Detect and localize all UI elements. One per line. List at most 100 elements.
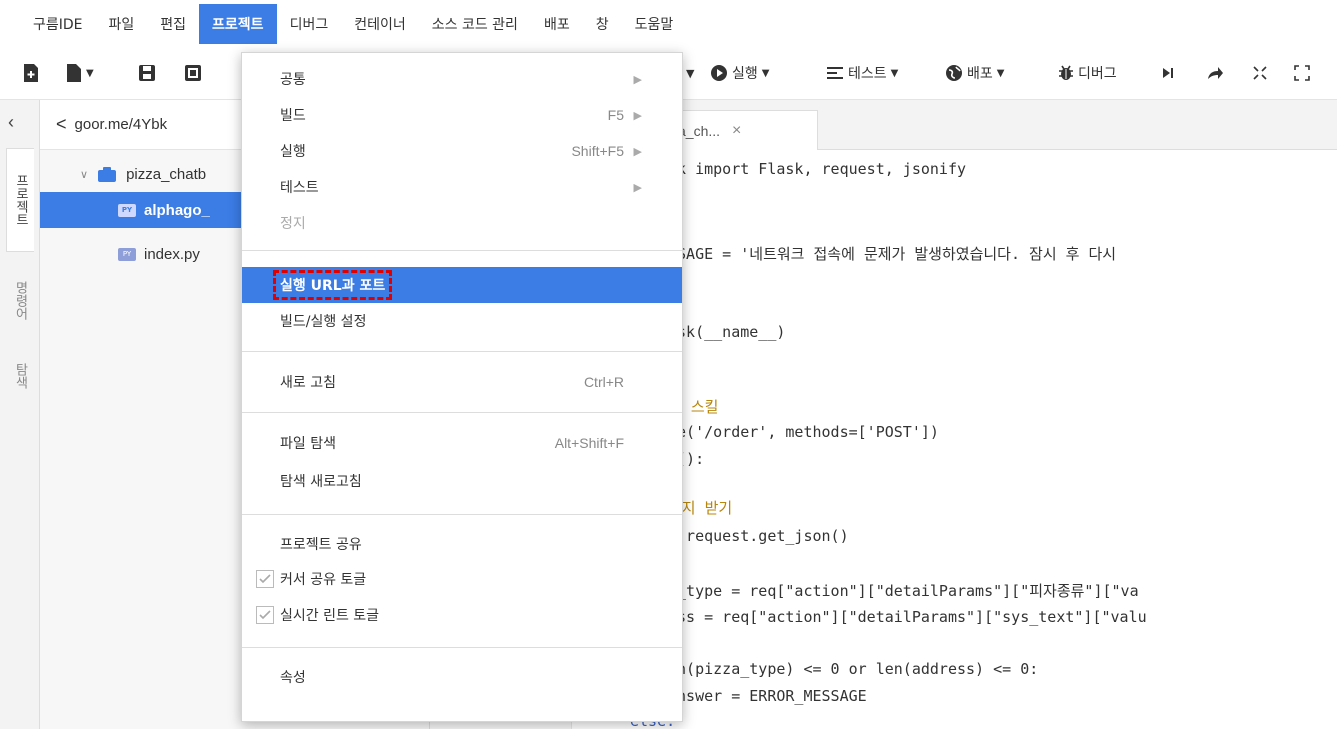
menu-container[interactable]: 컨테이너 [341, 4, 419, 44]
deploy-label: 배포 [967, 66, 993, 82]
submenu-arrow-icon: ▶ [633, 180, 642, 194]
play-icon [711, 65, 727, 81]
menu-goorm-ide[interactable]: 구름IDE [20, 4, 96, 44]
fullscreen-icon[interactable] [1294, 60, 1310, 86]
menu-item-explorer-refresh[interactable]: 탐색 새로고침 [242, 463, 682, 499]
menu-item-label: 테스트 [280, 180, 319, 196]
checkbox-icon[interactable] [256, 570, 274, 588]
submenu-arrow-icon: ▶ [633, 72, 642, 86]
chevron-down-icon: ▼ [86, 67, 94, 79]
checkbox-icon[interactable] [256, 606, 274, 624]
globe-icon [946, 65, 962, 81]
menu-debug[interactable]: 디버그 [277, 4, 342, 44]
shortcut-label: Shift+F5 [571, 143, 624, 159]
submenu-arrow-icon: ▶ [633, 144, 642, 158]
menu-item-common[interactable]: 공통 ▶ [242, 61, 682, 97]
forward-arrow-icon[interactable] [1206, 60, 1224, 86]
code-text: te('/order', methods=['POST']) [668, 423, 939, 441]
menu-item-label: 속성 [280, 670, 306, 686]
menu-help[interactable]: 도움말 [622, 4, 687, 44]
menu-item-label: 새로 고침 [280, 375, 336, 391]
menu-item-run[interactable]: 실행 Shift+F5 ▶ [242, 133, 682, 169]
shortcut-label: Ctrl+R [583, 374, 624, 390]
menu-item-build-run-settings[interactable]: 빌드/실행 설정 [242, 303, 682, 339]
save-icon[interactable] [138, 60, 156, 86]
code-text: answer = ERROR_MESSAGE [668, 687, 867, 705]
save-all-icon[interactable] [184, 60, 202, 86]
folder-name: pizza_chatb [126, 165, 207, 183]
menu-item-run-url-and-port[interactable]: 실행 URL과 포트 [242, 267, 682, 303]
test-list-icon [827, 67, 843, 79]
menu-separator [242, 514, 682, 515]
collapse-icon[interactable] [1252, 60, 1268, 86]
menu-window[interactable]: 창 [583, 4, 622, 44]
ide-window: 구름IDE 파일 편집 프로젝트 디버그 컨테이너 소스 코드 관리 배포 창 … [0, 0, 1337, 729]
test-button[interactable]: 테스트 ▼ [826, 60, 898, 86]
menu-item-build[interactable]: 빌드 F5 ▶ [242, 97, 682, 133]
chevron-down-icon[interactable]: ▼ [686, 60, 694, 86]
python-file-icon: PY [118, 203, 136, 217]
python-file-icon: PY [118, 247, 136, 261]
chevron-down-icon: ▼ [890, 67, 899, 79]
left-rail: ‹ 프로젝트 명령어 탐색 [0, 100, 40, 729]
menu-separator [242, 412, 682, 413]
submenu-arrow-icon: ▶ [633, 108, 642, 122]
menu-item-share-project[interactable]: 프로젝트 공유 [242, 526, 682, 562]
tab-commands[interactable]: 명령어 [6, 260, 34, 340]
step-icon[interactable] [1161, 60, 1175, 86]
collapse-panel-icon[interactable]: ‹ [8, 112, 14, 133]
menu-item-stop: 정지 [242, 205, 682, 241]
shortcut-label: Alt+Shift+F [554, 435, 624, 451]
code-line: SSAGE = '네트워크 접속에 문제가 발생하였습니다. 잠시 후 다시 [668, 243, 1116, 264]
debug-button[interactable]: 디버그 [1058, 60, 1117, 86]
run-button[interactable]: 실행 ▼ [710, 60, 769, 86]
code-text: SSAGE = '네트워크 접속에 문제가 발생하였습니다. 잠시 후 다시 [668, 245, 1117, 263]
menu-item-realtime-lint-toggle[interactable]: 실시간 린트 토글 [242, 597, 682, 633]
menu-source-control[interactable]: 소스 코드 관리 [419, 4, 531, 44]
code-line: ess = req["action"]["detailParams"]["sys… [668, 608, 1147, 626]
menu-deploy[interactable]: 배포 [531, 4, 583, 44]
code-text: a_type = req["action"]["detailParams"]["… [668, 582, 1139, 600]
code-line: en(pizza_type) <= 0 or len(address) <= 0… [668, 660, 1038, 678]
share-icon: < [56, 114, 67, 134]
folder-icon [98, 166, 117, 182]
deploy-button[interactable]: 배포 ▼ [945, 60, 1004, 86]
menu-item-label: 빌드 [280, 108, 306, 124]
code-text: ask(__name__) [668, 323, 786, 341]
close-icon[interactable]: × [732, 122, 741, 140]
code-line: te('/order', methods=['POST']) [668, 423, 939, 441]
menu-item-label: 커서 공유 토글 [280, 572, 367, 588]
chevron-down-icon: ∨ [80, 168, 89, 181]
menu-item-cursor-share-toggle[interactable]: 커서 공유 토글 [242, 561, 682, 597]
menu-project[interactable]: 프로젝트 [199, 4, 277, 44]
new-project-icon[interactable] [22, 60, 40, 86]
test-label: 테스트 [848, 66, 887, 82]
tab-search[interactable]: 탐색 [6, 346, 34, 406]
menu-item-label: 공통 [280, 72, 306, 88]
project-menu-dropdown: 공통 ▶ 빌드 F5 ▶ 실행 Shift+F5 ▶ 테스트 ▶ 정지 실행 U… [241, 52, 683, 722]
menu-item-file-explorer[interactable]: 파일 탐색 Alt+Shift+F [242, 425, 682, 461]
chevron-down-icon: ▼ [996, 67, 1005, 79]
code-text: en(pizza_type) <= 0 or len(address) <= 0… [668, 660, 1039, 678]
menu-item-label: 실행 URL과 포트 [273, 270, 393, 300]
new-file-icon[interactable]: ▼ [66, 60, 94, 86]
menu-item-label: 실행 [280, 144, 306, 160]
menu-item-label: 정지 [280, 216, 306, 232]
chevron-down-icon: ▼ [761, 67, 770, 79]
bug-icon [1059, 65, 1073, 80]
menu-bar: 구름IDE 파일 편집 프로젝트 디버그 컨테이너 소스 코드 관리 배포 창 … [0, 0, 1337, 48]
menu-item-test[interactable]: 테스트 ▶ [242, 169, 682, 205]
debug-label: 디버그 [1078, 66, 1117, 82]
menu-edit[interactable]: 편집 [147, 4, 199, 44]
shortcut-label: F5 [607, 107, 624, 123]
menu-separator [242, 647, 682, 648]
share-link[interactable]: goor.me/4Ybk [75, 116, 168, 133]
code-text: = request.get_json() [668, 527, 849, 545]
menu-item-label: 실시간 린트 토글 [280, 608, 380, 624]
menu-item-refresh[interactable]: 새로 고침 Ctrl+R [242, 364, 682, 400]
code-line: sk import Flask, request, jsonify [668, 160, 966, 178]
tab-project[interactable]: 프로젝트 [6, 148, 34, 252]
menu-file[interactable]: 파일 [96, 4, 148, 44]
menu-item-label: 탐색 새로고침 [280, 474, 362, 490]
menu-item-properties[interactable]: 속성 [242, 659, 682, 695]
